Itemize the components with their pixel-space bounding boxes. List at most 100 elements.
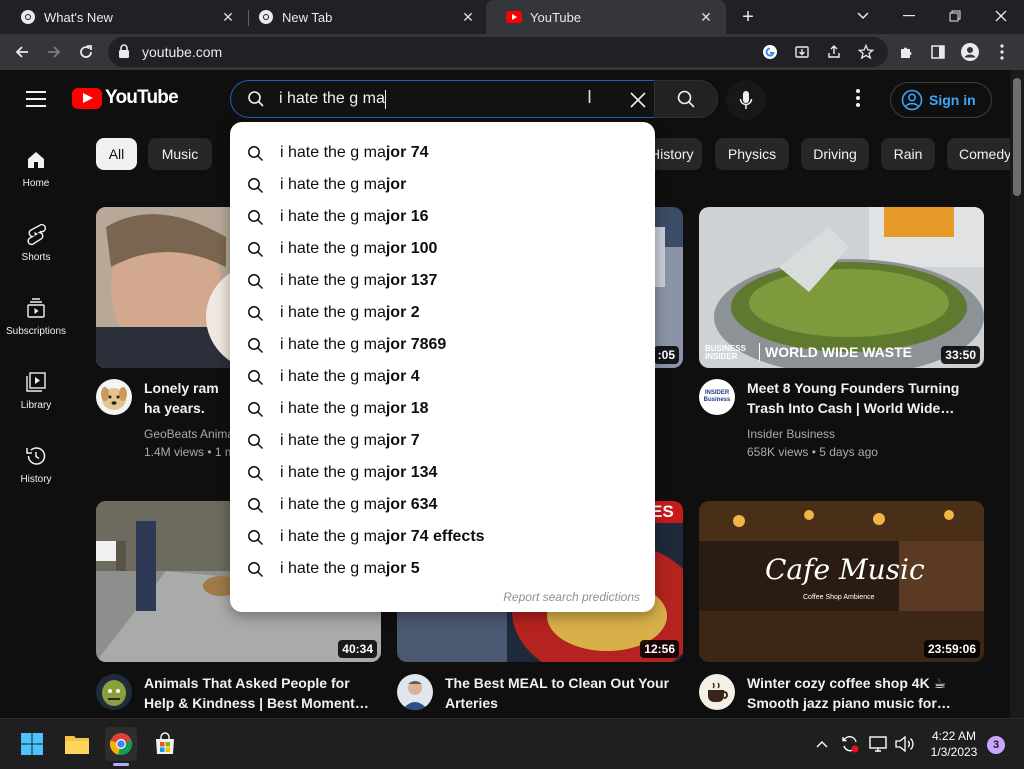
search-suggestion-item[interactable]: i hate the g major: [230, 169, 655, 201]
file-explorer-icon[interactable]: [62, 729, 92, 759]
search-suggestion-item[interactable]: i hate the g major 4: [230, 361, 655, 393]
channel-avatar[interactable]: [397, 674, 433, 710]
tab-close-icon[interactable]: ✕: [458, 7, 478, 27]
search-icon: [247, 337, 264, 359]
search-suggestion-item[interactable]: i hate the g major 100: [230, 233, 655, 265]
bookmark-star-icon[interactable]: [856, 42, 876, 62]
windows-start-icon[interactable]: [17, 729, 47, 759]
new-tab-button[interactable]: +: [736, 5, 760, 29]
suggestion-text: i hate the g major 100: [280, 240, 437, 258]
video-title[interactable]: Meet 8 Young Founders Turning Trash Into…: [747, 378, 977, 418]
back-button[interactable]: [8, 38, 36, 66]
video-duration: 33:50: [941, 346, 980, 364]
thumbnail-caption-sub: Coffee Shop Ambience: [803, 594, 875, 601]
channel-avatar[interactable]: [96, 379, 132, 415]
video-thumbnail[interactable]: Cafe Music Coffee Shop Ambience 23:59:06: [699, 501, 984, 662]
report-search-predictions-link[interactable]: Report search predictions: [503, 590, 640, 604]
search-icon: [247, 90, 265, 113]
channel-avatar[interactable]: [699, 674, 735, 710]
taskbar-clock[interactable]: 4:22 AM 1/3/2023: [926, 728, 982, 760]
extensions-puzzle-icon[interactable]: [894, 40, 918, 64]
chrome-taskbar-icon[interactable]: [106, 729, 136, 759]
search-suggestion-item[interactable]: i hate the g major 2: [230, 297, 655, 329]
restore-button[interactable]: [932, 0, 978, 32]
tab-search-chevron-icon[interactable]: [840, 0, 886, 32]
profile-avatar-icon[interactable]: [958, 40, 982, 64]
chrome-menu-icon[interactable]: [990, 40, 1014, 64]
close-window-button[interactable]: [978, 0, 1024, 32]
chip-comedy[interactable]: Comedy: [947, 138, 1017, 170]
lock-icon[interactable]: [118, 44, 130, 64]
suggestion-completion-part: jor 7: [385, 432, 420, 449]
search-input[interactable]: i hate the g ma I: [230, 80, 654, 118]
suggestion-text: i hate the g major 134: [280, 464, 437, 482]
guide-item-history[interactable]: History: [0, 444, 72, 485]
guide-item-library[interactable]: Library: [0, 370, 72, 411]
notification-count-badge[interactable]: 3: [987, 736, 1005, 754]
video-title[interactable]: Animals That Asked People for Help & Kin…: [144, 673, 370, 713]
suggestion-text: i hate the g major 634: [280, 496, 437, 514]
microsoft-store-icon[interactable]: [150, 729, 180, 759]
tab-youtube[interactable]: YouTube ✕: [486, 0, 726, 34]
address-bar[interactable]: youtube.com: [108, 37, 888, 67]
reload-button[interactable]: [72, 38, 100, 66]
suggestion-typed-part: i hate the g ma: [280, 304, 386, 321]
guide-label: Subscriptions: [5, 326, 67, 337]
tab-close-icon[interactable]: ✕: [218, 7, 238, 27]
video-title[interactable]: Winter cozy coffee shop 4K ☕ Smooth jazz…: [747, 673, 979, 713]
chip-rain[interactable]: Rain: [881, 138, 935, 170]
video-thumbnail[interactable]: BUSINESS INSIDER WORLD WIDE WASTE 33:50: [699, 207, 984, 368]
side-panel-icon[interactable]: [926, 40, 950, 64]
search-suggestion-item[interactable]: i hate the g major 634: [230, 489, 655, 521]
minimize-button[interactable]: [886, 0, 932, 32]
youtube-logo[interactable]: YouTube: [72, 87, 179, 109]
guide-item-shorts[interactable]: Shorts: [0, 222, 72, 263]
sync-status-icon[interactable]: [838, 729, 862, 759]
search-suggestion-item[interactable]: i hate the g major 134: [230, 457, 655, 489]
search-suggestion-item[interactable]: i hate the g major 74 effects: [230, 521, 655, 553]
volume-icon[interactable]: [892, 729, 916, 759]
sign-in-button[interactable]: Sign in: [890, 82, 992, 118]
video-title[interactable]: The Best MEAL to Clean Out Your Arteries: [445, 673, 675, 713]
tab-close-icon[interactable]: ✕: [696, 7, 716, 27]
guide-menu-icon[interactable]: [24, 86, 48, 110]
settings-more-icon[interactable]: [846, 86, 870, 110]
search-suggestion-item[interactable]: i hate the g major 7869: [230, 329, 655, 361]
video-title[interactable]: Lonely ram ha years. This w: [144, 378, 234, 418]
chip-all[interactable]: All: [96, 138, 137, 170]
guide-item-subscriptions[interactable]: Subscriptions: [0, 296, 72, 337]
chip-driving[interactable]: Driving: [801, 138, 869, 170]
suggestion-completion-part: jor 4: [385, 368, 420, 385]
search-suggestion-item[interactable]: i hate the g major 74: [230, 137, 655, 169]
page-scrollbar-thumb[interactable]: [1013, 78, 1021, 196]
clear-search-icon[interactable]: [627, 89, 649, 111]
channel-avatar[interactable]: INSIDER Business: [699, 379, 735, 415]
forward-button[interactable]: [40, 38, 68, 66]
video-channel[interactable]: Insider Business: [747, 427, 835, 441]
share-icon[interactable]: [824, 42, 844, 62]
google-lens-icon[interactable]: [760, 42, 780, 62]
search-button[interactable]: [654, 80, 718, 118]
voice-search-button[interactable]: [726, 80, 766, 120]
thumbnail-caption: Cafe Music: [765, 553, 925, 586]
search-suggestion-item[interactable]: i hate the g major 7: [230, 425, 655, 457]
show-hidden-icons-chevron-icon[interactable]: [812, 729, 832, 759]
search-suggestion-item[interactable]: i hate the g major 137: [230, 265, 655, 297]
search-suggestion-item[interactable]: i hate the g major 16: [230, 201, 655, 233]
tab-label: What's New: [44, 9, 113, 25]
install-app-icon[interactable]: [792, 42, 812, 62]
tab-whats-new[interactable]: What's New ✕: [0, 0, 248, 34]
search-icon: [247, 241, 264, 263]
avatar-text: INSIDER Business: [703, 390, 731, 403]
tab-new-tab[interactable]: New Tab ✕: [238, 0, 488, 34]
search-suggestion-item[interactable]: i hate the g major 18: [230, 393, 655, 425]
channel-avatar[interactable]: [96, 674, 132, 710]
suggestion-completion-part: jor 7869: [385, 336, 447, 353]
chip-music[interactable]: Music: [148, 138, 212, 170]
chip-physics[interactable]: Physics: [715, 138, 789, 170]
guide-item-home[interactable]: Home: [0, 148, 72, 189]
search-suggestion-item[interactable]: i hate the g major 5: [230, 553, 655, 585]
video-channel[interactable]: GeoBeats Anima: [144, 427, 234, 441]
network-icon[interactable]: [866, 729, 890, 759]
clock-time: 4:22 AM: [931, 729, 977, 743]
